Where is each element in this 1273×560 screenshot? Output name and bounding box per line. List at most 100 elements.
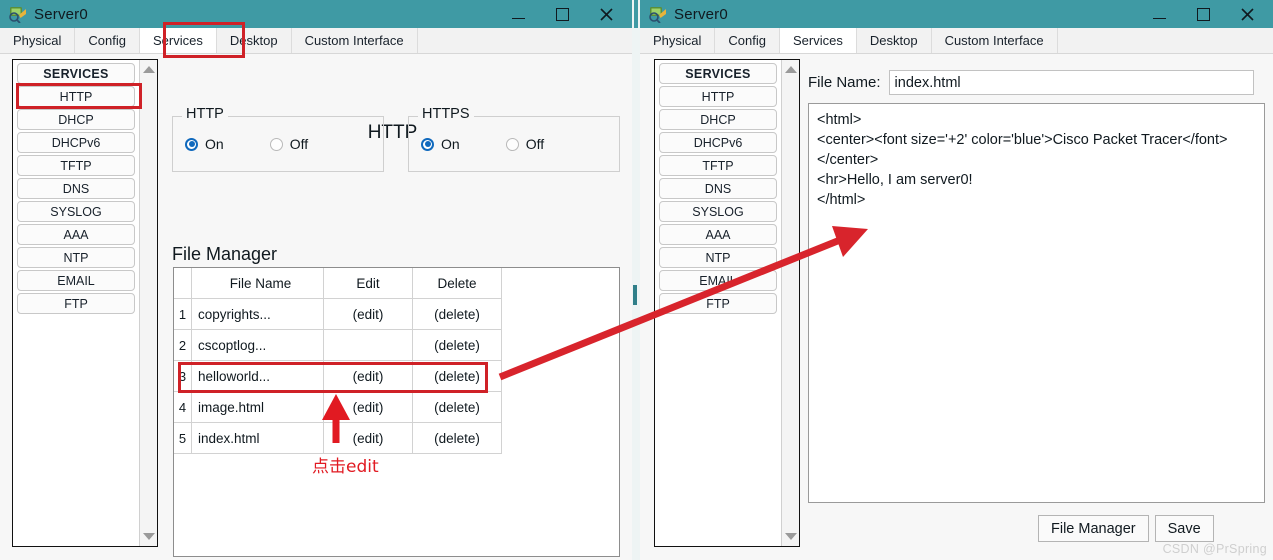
services-list-left: SERVICES HTTP DHCP DHCPv6 TFTP DNS SYSLO… [13,60,139,546]
close-button-left[interactable] [584,0,628,28]
scroll-up-arrow-icon-left[interactable] [142,66,155,73]
sidebar-item-aaa-right[interactable]: AAA [659,224,777,245]
maximize-button-left[interactable] [540,0,584,28]
tab-custom-interface-right[interactable]: Custom Interface [931,28,1058,53]
scroll-down-arrow-icon-right[interactable] [784,533,797,540]
row-edit-link-index-html[interactable]: (edit) [323,422,413,454]
row-index: 3 [174,360,192,392]
sidebar-item-dhcpv6-left[interactable]: DHCPv6 [17,132,135,153]
sidebar-item-email-left[interactable]: EMAIL [17,270,135,291]
sidebar-item-ftp-left[interactable]: FTP [17,293,135,314]
titlebar-left: Server0 [0,0,632,28]
services-list-right: SERVICES HTTP DHCP DHCPv6 TFTP DNS SYSLO… [655,60,781,546]
http-fieldset-legend: HTTP [182,106,228,122]
close-button-right[interactable] [1225,0,1269,28]
tab-custom-interface-left[interactable]: Custom Interface [291,28,418,53]
html-editor-textarea[interactable]: <html> <center><font size='+2' color='bl… [808,103,1265,503]
row-edit-link[interactable]: (edit) [323,298,413,330]
sidebar-item-syslog-left[interactable]: SYSLOG [17,201,135,222]
http-off-label: Off [289,136,309,152]
row-edit-link[interactable]: (edit) [323,391,413,423]
sidebar-item-http-left[interactable]: HTTP [17,86,135,107]
http-on-radio[interactable]: On [185,136,224,152]
col-index [174,268,192,299]
right-bottom-buttons: File Manager Save [1038,515,1214,542]
sidebar-item-ftp-right[interactable]: FTP [659,293,777,314]
row-delete-link[interactable]: (delete) [412,391,502,423]
tab-config-left[interactable]: Config [75,28,140,53]
file-name-label: File Name: [808,74,881,91]
sidebar-item-ntp-left[interactable]: NTP [17,247,135,268]
http-off-radio[interactable]: Off [269,136,309,152]
server-magnifier-icon [648,5,668,24]
sidebar-item-dns-right[interactable]: DNS [659,178,777,199]
sidebar-item-dhcp-right[interactable]: DHCP [659,109,777,130]
row-file-name: image.html [191,391,324,423]
sidebar-item-ntp-right[interactable]: NTP [659,247,777,268]
tabstrip-left: Physical Config Services Desktop Custom … [0,28,632,54]
sidebar-item-dhcp-left[interactable]: DHCP [17,109,135,130]
table-row: 5 index.html (edit) (delete) [174,422,502,454]
window-title-left: Server0 [34,5,88,23]
file-manager-title: File Manager [172,244,278,264]
tab-config-right[interactable]: Config [715,28,780,53]
sidebar-item-tftp-left[interactable]: TFTP [17,155,135,176]
minimize-button-right[interactable] [1137,0,1181,28]
file-manager-table: File Name Edit Delete 1 copyrights... (e… [174,268,502,454]
file-name-input[interactable]: index.html [888,70,1254,95]
sidebar-item-dns-left[interactable]: DNS [17,178,135,199]
gap-teal-sliver [634,0,638,28]
row-delete-link[interactable]: (delete) [412,422,502,454]
tab-services-right[interactable]: Services [780,28,857,53]
scroll-up-arrow-icon-right[interactable] [784,66,797,73]
tab-desktop-left[interactable]: Desktop [216,28,292,53]
save-button[interactable]: Save [1154,515,1214,542]
radio-dot-icon [505,137,519,151]
file-manager-button[interactable]: File Manager [1038,515,1149,542]
row-delete-link[interactable]: (delete) [412,360,502,392]
server-magnifier-icon [8,5,28,24]
minimize-button-left[interactable] [496,0,540,28]
sidebar-item-dhcpv6-right[interactable]: DHCPv6 [659,132,777,153]
sidebar-item-aaa-left[interactable]: AAA [17,224,135,245]
services-scrollbar-left[interactable] [139,60,157,546]
sidebar-item-http-right[interactable]: HTTP [659,86,777,107]
col-delete: Delete [412,268,502,299]
services-panel-left: SERVICES HTTP DHCP DHCPv6 TFTP DNS SYSLO… [12,59,158,547]
tab-desktop-right[interactable]: Desktop [856,28,932,53]
radio-dot-icon [269,137,283,151]
https-off-radio[interactable]: Off [505,136,545,152]
services-header-left: SERVICES [17,63,135,84]
scroll-down-arrow-icon-left[interactable] [142,533,155,540]
maximize-button-right[interactable] [1181,0,1225,28]
row-delete-link[interactable]: (delete) [412,298,502,330]
row-index: 2 [174,329,192,361]
services-header-right: SERVICES [659,63,777,84]
row-delete-link[interactable]: (delete) [412,329,502,361]
http-fieldset: HTTP On Off [172,106,384,172]
sidebar-item-syslog-right[interactable]: SYSLOG [659,201,777,222]
tab-physical-left[interactable]: Physical [0,28,76,53]
row-file-name: helloworld... [191,360,324,392]
window-title-right: Server0 [674,5,728,23]
row-edit-link[interactable] [323,329,413,361]
table-row: 1 copyrights... (edit) (delete) [174,298,502,330]
sidebar-item-email-right[interactable]: EMAIL [659,270,777,291]
tab-physical-right[interactable]: Physical [640,28,716,53]
https-on-radio[interactable]: On [421,136,460,152]
tabstrip-right: Physical Config Services Desktop Custom … [640,28,1273,54]
tab-services-left[interactable]: Services [140,28,217,53]
https-off-label: Off [525,136,545,152]
file-manager-box: File Name Edit Delete 1 copyrights... (e… [173,267,620,557]
col-edit: Edit [323,268,413,299]
services-panel-right: SERVICES HTTP DHCP DHCPv6 TFTP DNS SYSLO… [654,59,800,547]
services-scrollbar-right[interactable] [781,60,799,546]
table-row: 2 cscoptlog... (delete) [174,329,502,361]
window-gap-strip [632,0,640,560]
row-file-name: copyrights... [191,298,324,330]
row-index: 1 [174,298,192,330]
row-edit-link[interactable]: (edit) [323,360,413,392]
sidebar-item-tftp-right[interactable]: TFTP [659,155,777,176]
http-on-label: On [205,136,224,152]
row-file-name: index.html [191,422,324,454]
